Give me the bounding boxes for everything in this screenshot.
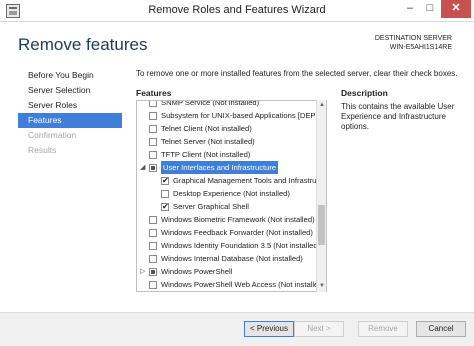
feature-label: TFTP Client (Not installed)	[161, 150, 251, 159]
feature-label: Windows Internal Database (Not installed…	[161, 254, 303, 263]
destination-server-name: WIN-E5AHI1S14RE	[389, 44, 452, 51]
scroll-down-icon[interactable]: ▼	[317, 281, 327, 291]
feature-label: Telnet Client (Not installed)	[161, 124, 252, 133]
features-heading: Features	[136, 88, 172, 98]
next-button[interactable]: Next >	[294, 321, 344, 337]
feature-checkbox[interactable]	[149, 151, 157, 159]
feature-checkbox[interactable]	[161, 190, 169, 198]
destination-label: DESTINATION SERVER	[374, 35, 452, 42]
feature-row[interactable]: TFTP Client (Not installed)	[137, 148, 317, 161]
nav-item-server-roles[interactable]: Server Roles	[18, 98, 122, 113]
feature-checkbox[interactable]	[149, 281, 157, 289]
feature-checkbox[interactable]: ✔	[161, 177, 169, 185]
feature-label: Graphical Management Tools and Infrastru…	[173, 176, 323, 185]
feature-label: Windows Biometric Framework (Not install…	[161, 215, 315, 224]
features-tree[interactable]: SNMP Service (Not installed) Subsystem fo…	[136, 100, 327, 292]
feature-checkbox[interactable]	[149, 101, 157, 107]
nav-item-results: Results	[28, 145, 57, 155]
feature-row[interactable]: Windows PowerShell Web Access (Not insta…	[137, 278, 325, 291]
feature-checkbox[interactable]	[149, 255, 157, 263]
title-bar: Remove Roles and Features Wizard – □ ✕	[0, 0, 474, 22]
feature-checkbox[interactable]	[149, 242, 157, 250]
nav-item-features[interactable]: Features	[18, 113, 122, 128]
feature-row[interactable]: Desktop Experience (Not installed)	[137, 187, 317, 200]
feature-row[interactable]: Windows Feedback Forwarder (Not installe…	[137, 226, 317, 239]
page-title: Remove features	[18, 35, 148, 54]
expand-arrow-icon[interactable]: ▷	[140, 265, 145, 278]
scroll-up-icon[interactable]: ▲	[317, 100, 327, 110]
description-text: This contains the available User Experie…	[341, 102, 455, 131]
close-button[interactable]: ✕	[441, 0, 471, 18]
feature-checkbox[interactable]: ✔	[161, 203, 169, 211]
feature-checkbox[interactable]	[149, 216, 157, 224]
feature-label: Windows PowerShell Web Access (Not insta…	[161, 280, 326, 289]
feature-row[interactable]: SNMP Service (Not installed)	[137, 100, 317, 109]
nav-item-server-selection[interactable]: Server Selection	[18, 83, 122, 98]
feature-checkbox[interactable]	[149, 229, 157, 237]
feature-row[interactable]: Windows Biometric Framework (Not install…	[137, 213, 317, 226]
feature-checkbox[interactable]	[149, 125, 157, 133]
feature-row[interactable]: Subsystem for UNIX-based Applications [D…	[137, 109, 326, 122]
remove-button[interactable]: Remove	[358, 321, 408, 337]
destination-server-info: DESTINATION SERVER WIN-E5AHI1S14RE	[375, 34, 452, 52]
minimize-button[interactable]: –	[400, 0, 420, 18]
maximize-button[interactable]: □	[420, 0, 440, 18]
feature-checkbox[interactable]	[149, 164, 157, 172]
feature-label: SNMP Service (Not installed)	[161, 100, 260, 107]
feature-row[interactable]: Telnet Client (Not installed)	[137, 122, 317, 135]
feature-label: Telnet Server (Not installed)	[161, 137, 255, 146]
collapse-arrow-icon[interactable]: ◢	[140, 161, 145, 174]
feature-checkbox[interactable]	[149, 138, 157, 146]
description-heading: Description	[341, 88, 388, 98]
features-scrollbar[interactable]: ▲ ▼	[316, 100, 326, 292]
feature-label: Windows PowerShell	[161, 267, 233, 276]
feature-row[interactable]: ✔ Server Graphical Shell	[137, 200, 317, 213]
feature-label: Server Graphical Shell	[173, 202, 249, 211]
nav-item-before-you-begin[interactable]: Before You Begin	[18, 68, 122, 83]
feature-row[interactable]: ◢ User Interfaces and Infrastructure	[137, 161, 317, 174]
feature-checkbox[interactable]	[149, 112, 157, 120]
feature-row[interactable]: Windows Internal Database (Not installed…	[137, 252, 317, 265]
scrollbar-thumb[interactable]	[318, 205, 325, 245]
feature-row[interactable]: ✔ Graphical Management Tools and Infrastr…	[137, 174, 322, 187]
intro-text: To remove one or more installed features…	[136, 69, 458, 78]
feature-row[interactable]: Telnet Server (Not installed)	[137, 135, 317, 148]
nav-item-confirmation: Confirmation	[28, 130, 77, 140]
feature-checkbox[interactable]	[149, 268, 157, 276]
feature-label: Subsystem for UNIX-based Applications [D…	[161, 111, 327, 120]
feature-label: Desktop Experience (Not installed)	[173, 189, 290, 198]
feature-label: User Interfaces and Infrastructure	[161, 161, 279, 174]
feature-label: Windows Identity Foundation 3.5 (Not ins…	[161, 241, 321, 250]
feature-row[interactable]: Windows Identity Foundation 3.5 (Not ins…	[137, 239, 321, 252]
cancel-button[interactable]: Cancel	[416, 321, 466, 337]
feature-label: Windows Feedback Forwarder (Not installe…	[161, 228, 313, 237]
feature-row[interactable]: ▷ Windows PowerShell	[137, 265, 317, 278]
wizard-step-nav: Before You Begin Server Selection Server R…	[18, 68, 122, 158]
previous-button[interactable]: < Previous	[244, 321, 294, 337]
